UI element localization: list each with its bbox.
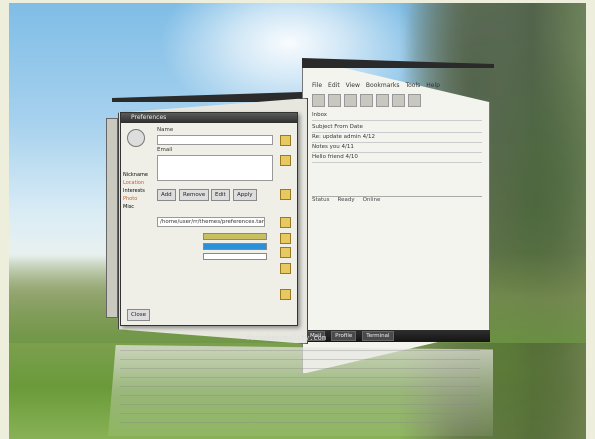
right-window-statusbar: Status Ready Online (312, 196, 482, 206)
sidebar-item-location[interactable]: Location (123, 179, 155, 187)
toolbar-button[interactable] (392, 94, 405, 107)
left-window-sidebar (106, 118, 118, 318)
sidebar-item-photo[interactable]: Photo (123, 195, 155, 203)
menu-item-view[interactable]: View (346, 82, 360, 91)
remove-button[interactable]: Remove (179, 189, 210, 201)
reflection-lines (120, 350, 480, 430)
apply-button[interactable]: Apply (233, 189, 257, 201)
taskbar: Mail Profile Terminal (302, 330, 490, 342)
taskbar-button-profile[interactable]: Profile (331, 331, 357, 341)
close-button[interactable]: Close (127, 309, 150, 321)
edit-button[interactable]: Edit (211, 189, 230, 201)
list-item[interactable]: Re: update admin 4/12 (312, 134, 482, 143)
status-text: Ready (337, 197, 355, 203)
right-window-toolbar (312, 94, 482, 108)
menu-item-tools[interactable]: Tools (405, 82, 420, 91)
sidebar-item-misc[interactable]: Misc (123, 203, 155, 211)
status-label: Status (312, 197, 330, 203)
toolbar-button[interactable] (408, 94, 421, 107)
edit-pencil-icon[interactable] (280, 217, 291, 228)
toolbar-button[interactable] (376, 94, 389, 107)
edit-pencil-icon[interactable] (280, 233, 291, 244)
list-item[interactable]: Notes you 4/11 (312, 144, 482, 153)
edit-pencil-icon[interactable] (280, 247, 291, 258)
preferences-dialog: Preferences Name Email Nickname Location… (120, 112, 298, 326)
menu-item-file[interactable]: File (312, 82, 322, 91)
sidebar-item-interests[interactable]: Interests (123, 187, 155, 195)
edit-pencil-icon[interactable] (280, 289, 291, 300)
progress-bar (203, 253, 267, 260)
watermark: forsakenreality.com (246, 334, 327, 342)
list-item[interactable]: Inbox (312, 112, 482, 121)
field-label-email: Email (157, 147, 173, 153)
progress-bar (203, 243, 267, 250)
progress-bar (203, 233, 267, 240)
taskbar-button-terminal[interactable]: Terminal (362, 331, 394, 341)
list-header: Subject From Date (312, 124, 482, 133)
name-field[interactable] (157, 135, 273, 145)
edit-pencil-icon[interactable] (280, 135, 291, 146)
toolbar-button[interactable] (360, 94, 373, 107)
menu-item-bookmarks[interactable]: Bookmarks (366, 82, 400, 91)
add-button[interactable]: Add (157, 189, 176, 201)
list-item[interactable]: Hello friend 4/10 (312, 154, 482, 163)
right-window-menubar: File Edit View Bookmarks Tools Help (312, 82, 482, 91)
menu-item-help[interactable]: Help (426, 82, 440, 91)
field-label-name: Name (157, 127, 174, 133)
edit-pencil-icon[interactable] (280, 263, 291, 274)
sidebar-item-nickname[interactable]: Nickname (123, 171, 155, 179)
toolbar-button[interactable] (344, 94, 357, 107)
email-field[interactable] (157, 155, 273, 181)
toolbar-button[interactable] (328, 94, 341, 107)
avatar[interactable] (127, 129, 145, 147)
menu-item-edit[interactable]: Edit (328, 82, 340, 91)
edit-pencil-icon[interactable] (280, 189, 291, 200)
dialog-title: Preferences (121, 113, 297, 123)
toolbar-button[interactable] (312, 94, 325, 107)
dialog-sidebar: Nickname Location Interests Photo Misc (123, 171, 155, 211)
edit-pencil-icon[interactable] (280, 155, 291, 166)
status-online: Online (362, 197, 381, 203)
location-field[interactable]: /home/user/rr/themes/preferences.tar.gz (157, 217, 265, 227)
